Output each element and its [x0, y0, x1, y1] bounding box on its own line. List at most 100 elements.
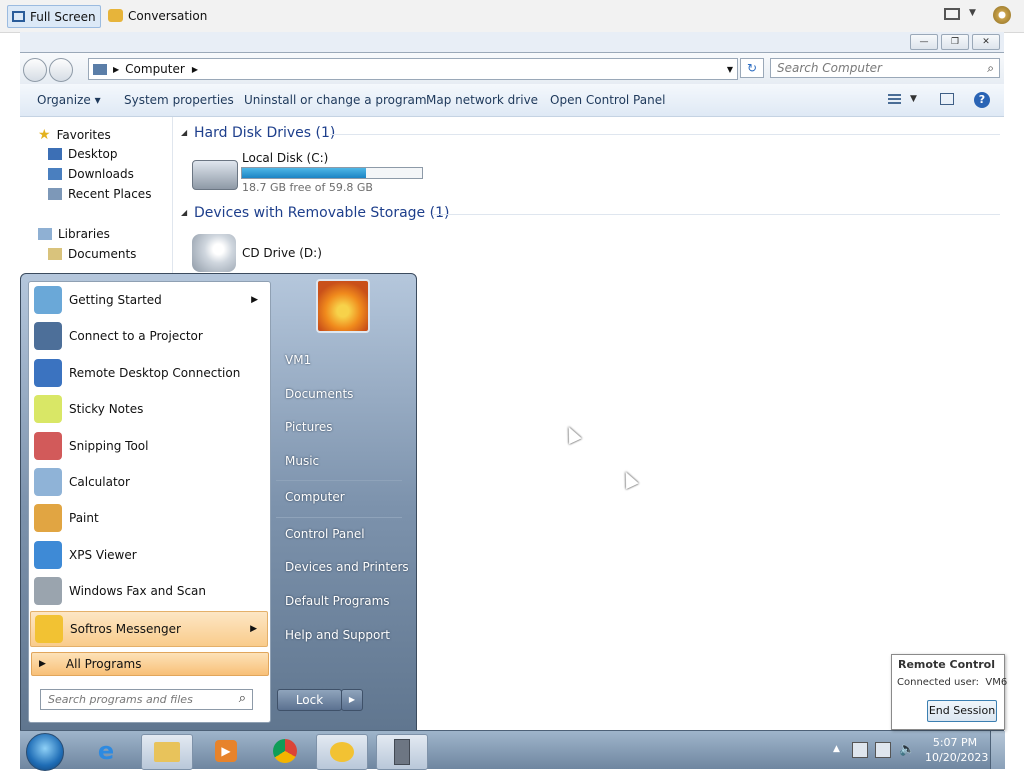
refresh-icon[interactable]: ↻	[740, 58, 764, 78]
nav-item-desktop[interactable]: Desktop	[48, 147, 118, 161]
start-menu-item-label: XPS Viewer	[69, 547, 137, 562]
removable-group-header[interactable]: Devices with Removable Storage (1)	[194, 205, 449, 221]
libraries-icon	[38, 228, 52, 240]
monitor-select-icon[interactable]	[944, 8, 960, 20]
network-icon[interactable]	[875, 742, 891, 758]
internet-explorer-icon[interactable]: e	[81, 734, 131, 768]
documents-icon	[48, 248, 62, 260]
media-player-icon[interactable]: ▶	[201, 734, 251, 768]
help-icon[interactable]: ?	[974, 92, 990, 108]
start-menu-item-label: Snipping Tool	[69, 438, 149, 453]
fax-scan-icon	[34, 577, 62, 606]
start-menu-item[interactable]: Sticky Notes	[30, 392, 268, 426]
show-hidden-icons[interactable]: ▲	[833, 744, 840, 754]
paint-icon	[34, 504, 62, 533]
close-button[interactable]: ✕	[972, 34, 1000, 50]
hard-disk-group-header[interactable]: Hard Disk Drives (1)	[194, 125, 335, 141]
start-menu-item[interactable]: Windows Fax and Scan	[30, 574, 268, 608]
collapse-group-icon[interactable]: ◢	[181, 128, 187, 137]
chevron-right-icon: ▶	[39, 659, 46, 669]
settings-gear-icon[interactable]	[993, 6, 1011, 24]
explorer-title-bar: — ❐ ✕	[20, 32, 1004, 52]
hard-drive-icon	[192, 160, 238, 190]
remote-control-popup: Remote Control Connected user: VM6 End S…	[891, 654, 1008, 730]
start-menu-item[interactable]: Snipping Tool	[30, 429, 268, 463]
start-menu-item-label: Windows Fax and Scan	[69, 584, 207, 599]
start-menu-item-label: Softros Messenger	[70, 621, 181, 636]
clock-time: 5:07 PM	[932, 736, 978, 749]
windows-explorer-icon[interactable]	[141, 734, 193, 770]
breadcrumb-computer[interactable]: Computer	[125, 62, 185, 76]
explorer-nav-row: ▶ Computer ▶ ▼ ↻ Search Computer ⌕	[20, 52, 1004, 85]
start-menu-right-item[interactable]: Pictures	[285, 420, 333, 434]
conversation-button[interactable]: Conversation	[104, 5, 211, 26]
start-menu-item[interactable]: Remote Desktop Connection	[30, 356, 268, 390]
calculator-icon	[34, 468, 62, 496]
start-menu-right-item[interactable]: Control Panel	[285, 527, 365, 541]
start-menu-right-item[interactable]: VM1	[285, 353, 311, 367]
chevron-right-icon[interactable]: ▶	[192, 65, 198, 74]
nav-item-recent-places[interactable]: Recent Places	[48, 187, 151, 201]
start-menu-right-item[interactable]: Computer	[285, 490, 345, 504]
uninstall-program-button[interactable]: Uninstall or change a program	[244, 93, 427, 107]
chevron-right-icon[interactable]: ▶	[113, 65, 119, 74]
show-desktop-button[interactable]	[990, 731, 1005, 769]
start-menu-right-item[interactable]: Default Programs	[285, 594, 390, 608]
clock[interactable]: 5:07 PM 10/20/2023	[925, 735, 988, 765]
start-search-input[interactable]: Search programs and files ⌕	[40, 689, 253, 710]
restore-button[interactable]: ❐	[941, 34, 969, 50]
volume-icon[interactable]: 🔈	[899, 742, 915, 757]
cd-drive-item[interactable]: CD Drive (D:)	[188, 232, 388, 272]
action-center-icon[interactable]	[852, 742, 868, 758]
start-menu-item-label: Getting Started	[69, 293, 162, 307]
start-menu-item[interactable]: Connect to a Projector	[30, 319, 268, 353]
start-menu-right-item[interactable]: Devices and Printers	[285, 560, 409, 574]
full-screen-button[interactable]: Full Screen	[7, 5, 101, 28]
local-disk-item[interactable]: Local Disk (C:) 18.7 GB free of 59.8 GB	[188, 148, 428, 196]
open-control-panel-button[interactable]: Open Control Panel	[550, 93, 665, 107]
search-input[interactable]: Search Computer ⌕	[770, 58, 1000, 78]
preview-pane-icon[interactable]	[940, 93, 954, 105]
server-icon[interactable]	[376, 734, 428, 770]
full-screen-icon	[12, 11, 25, 22]
forward-button[interactable]	[49, 58, 73, 82]
start-menu-right-item[interactable]: Documents	[285, 387, 353, 401]
start-menu-item-label: Connect to a Projector	[69, 329, 203, 344]
start-menu-item[interactable]: Paint	[30, 501, 268, 535]
view-options-icon[interactable]	[888, 94, 901, 105]
chevron-down-icon[interactable]: ▼	[969, 8, 976, 18]
back-button[interactable]	[23, 58, 47, 82]
chevron-down-icon[interactable]: ▼	[910, 94, 917, 104]
start-button[interactable]	[26, 733, 64, 771]
start-menu-right-item[interactable]: Help and Support	[285, 628, 390, 642]
address-bar[interactable]: ▶ Computer ▶ ▼	[88, 58, 738, 80]
group-divider	[432, 214, 1000, 215]
user-avatar[interactable]	[316, 279, 370, 333]
all-programs-button[interactable]: ▶ All Programs	[31, 652, 269, 676]
map-network-drive-button[interactable]: Map network drive	[426, 93, 538, 107]
lock-button[interactable]: Lock	[277, 689, 342, 711]
minimize-button[interactable]: —	[910, 34, 938, 50]
chrome-icon[interactable]	[260, 734, 310, 768]
end-session-button[interactable]: End Session	[927, 700, 997, 722]
libraries-heading[interactable]: Libraries	[38, 227, 110, 241]
organize-button[interactable]: Organize ▾	[37, 93, 101, 107]
viewer-toolbar: Full Screen Conversation ▼	[0, 0, 1024, 33]
connected-user-text: Connected user: VM6	[897, 677, 1008, 688]
chevron-right-icon: ▶	[250, 623, 257, 634]
start-menu-item[interactable]: Calculator	[30, 465, 268, 499]
nav-item-documents[interactable]: Documents	[48, 247, 136, 261]
disk-usage-fill	[242, 168, 367, 178]
start-menu-item[interactable]: Softros Messenger ▶	[30, 610, 268, 647]
shutdown-options-button[interactable]: ▶	[341, 689, 363, 711]
start-menu-item[interactable]: XPS Viewer	[30, 538, 268, 572]
local-disk-name: Local Disk (C:)	[242, 151, 329, 165]
softros-messenger-icon[interactable]	[316, 734, 368, 770]
start-menu-right-item[interactable]: Music	[285, 454, 319, 468]
favorites-heading[interactable]: ★ Favorites	[38, 127, 111, 143]
nav-item-downloads[interactable]: Downloads	[48, 167, 134, 181]
start-menu-item[interactable]: Getting Started ▶	[30, 283, 268, 317]
system-properties-button[interactable]: System properties	[124, 93, 234, 107]
address-dropdown-icon[interactable]: ▼	[727, 65, 733, 74]
collapse-group-icon[interactable]: ◢	[181, 208, 187, 217]
